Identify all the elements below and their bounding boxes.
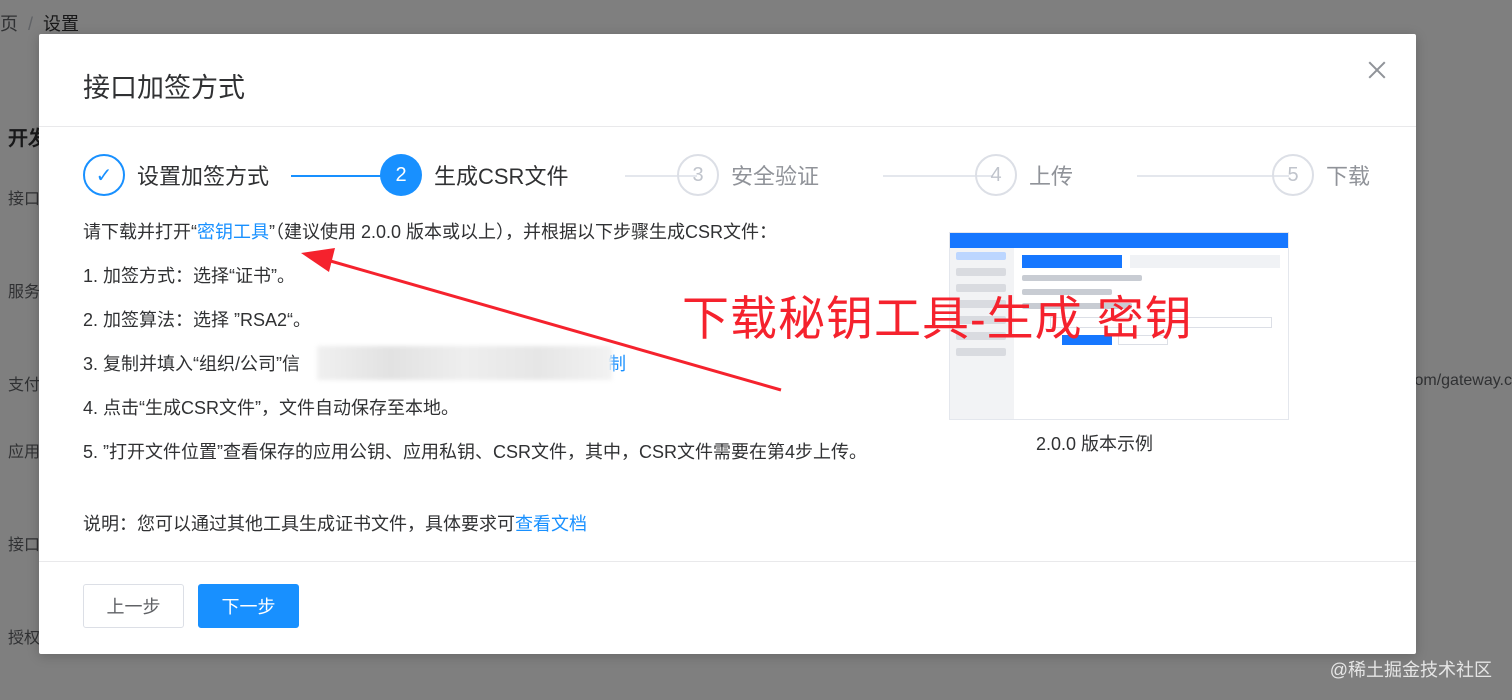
- sign-method-dialog: 接口加签方式 ✓ 设置加签方式 2 生成CSR文件 3 安全验证 4 上传 5 …: [39, 34, 1416, 654]
- watermark: @稀土掘金技术社区: [1329, 660, 1492, 680]
- dialog-footer: 上一步 下一步: [39, 561, 1416, 655]
- next-step-button[interactable]: 下一步: [198, 584, 299, 628]
- prev-step-button[interactable]: 上一步: [83, 584, 184, 628]
